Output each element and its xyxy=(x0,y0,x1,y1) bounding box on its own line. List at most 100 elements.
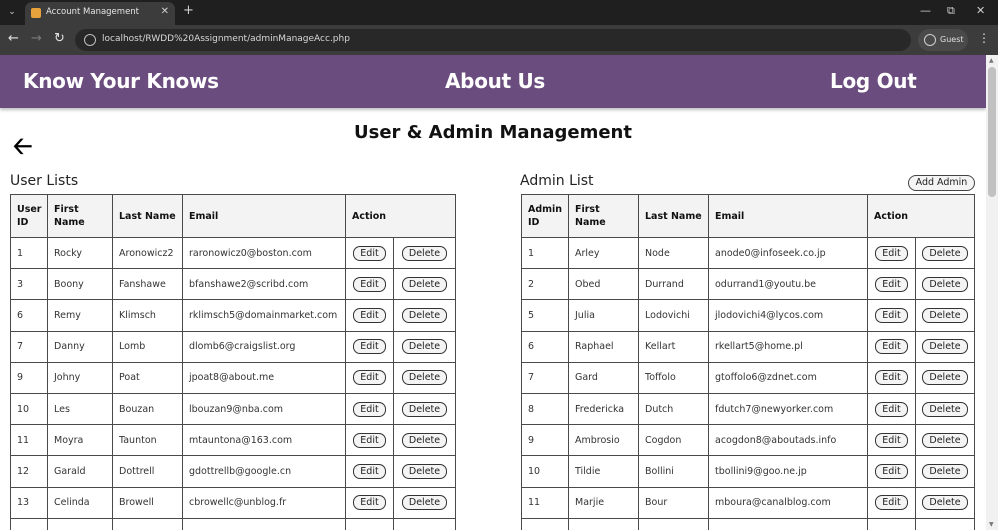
edit-button[interactable]: Edit xyxy=(353,339,386,355)
scroll-down-icon[interactable]: ▼ xyxy=(989,521,994,528)
cell-id: 8 xyxy=(521,392,569,426)
edit-button[interactable]: Edit xyxy=(353,432,386,448)
delete-button[interactable]: Delete xyxy=(922,307,968,323)
delete-button[interactable]: Delete xyxy=(401,276,448,292)
cell-first-name: Ambrosio xyxy=(568,424,639,457)
edit-button[interactable]: Edit xyxy=(875,276,908,292)
delete-button[interactable]: Delete xyxy=(922,276,968,292)
cell-last-name: Fanshawe xyxy=(112,268,183,301)
column-header: Email xyxy=(708,194,868,238)
scroll-thumb[interactable] xyxy=(988,67,996,197)
table-cell xyxy=(182,517,346,530)
cell-email: anode0@infoseek.co.jp xyxy=(708,236,868,270)
cell-last-name: Browell xyxy=(112,486,183,519)
brand-link[interactable]: Know Your Knows xyxy=(23,69,219,93)
user-list-title: User Lists xyxy=(10,173,79,189)
cell-delete: Delete xyxy=(392,299,457,332)
address-bar[interactable]: localhost/RWDD%20Assignment/adminManageA… xyxy=(75,29,911,51)
about-us-link[interactable]: About Us xyxy=(445,69,545,93)
log-out-link[interactable]: Log Out xyxy=(830,69,917,93)
delete-button[interactable]: Delete xyxy=(922,401,968,417)
edit-button[interactable]: Edit xyxy=(353,245,386,261)
cell-id: 12 xyxy=(10,455,48,488)
cell-id: 6 xyxy=(10,299,48,332)
table-header-row: Admin ID First Name Last Name Email Acti… xyxy=(521,194,976,238)
table-row: 10 Les Bouzan lbouzan9@nba.com Edit Delete xyxy=(10,392,457,426)
edit-button[interactable]: Edit xyxy=(875,307,908,323)
delete-button[interactable]: Delete xyxy=(401,245,448,261)
site-info-icon[interactable] xyxy=(84,34,96,46)
delete-button[interactable]: Delete xyxy=(401,370,448,386)
cell-last-name: Durrand xyxy=(638,268,709,301)
cell-edit: Edit xyxy=(867,455,916,488)
page-title: User & Admin Management xyxy=(354,122,632,143)
admin-list-title: Admin List xyxy=(520,173,594,189)
edit-button[interactable]: Edit xyxy=(875,495,908,511)
cell-last-name: Bour xyxy=(638,486,709,519)
edit-button[interactable]: Edit xyxy=(353,495,386,511)
tab-close-icon[interactable]: ✕ xyxy=(161,6,169,17)
new-tab-icon[interactable]: + xyxy=(183,3,194,18)
add-admin-button[interactable]: Add Admin xyxy=(908,175,975,191)
delete-button[interactable]: Delete xyxy=(401,495,448,511)
scroll-up-icon[interactable]: ▲ xyxy=(989,57,994,64)
edit-button[interactable]: Edit xyxy=(353,401,386,417)
cell-edit: Edit xyxy=(867,268,916,301)
delete-button[interactable]: Delete xyxy=(922,495,968,511)
cell-first-name: Garald xyxy=(47,455,113,488)
column-header: Admin ID xyxy=(521,194,569,238)
cell-id: 5 xyxy=(521,299,569,332)
cell-last-name: Node xyxy=(638,236,709,270)
table-cell xyxy=(10,517,48,530)
cell-email: rklimsch5@domainmarket.com xyxy=(182,299,346,332)
cell-edit: Edit xyxy=(345,455,394,488)
edit-button[interactable]: Edit xyxy=(353,307,386,323)
delete-button[interactable]: Delete xyxy=(922,245,968,261)
profile-button[interactable]: Guest xyxy=(918,29,968,51)
delete-button[interactable]: Delete xyxy=(922,339,968,355)
edit-button[interactable]: Edit xyxy=(353,370,386,386)
window-close-icon[interactable]: ✕ xyxy=(976,4,985,17)
edit-button[interactable]: Edit xyxy=(875,463,908,479)
delete-button[interactable]: Delete xyxy=(401,463,448,479)
cell-last-name: Cogdon xyxy=(638,424,709,457)
delete-button[interactable]: Delete xyxy=(922,370,968,386)
delete-button[interactable]: Delete xyxy=(401,432,448,448)
cell-first-name: Johny xyxy=(47,361,113,394)
cell-email: raronowicz0@boston.com xyxy=(182,236,346,270)
delete-button[interactable]: Delete xyxy=(401,401,448,417)
cell-id: 11 xyxy=(10,424,48,457)
delete-button[interactable]: Delete xyxy=(401,339,448,355)
page-scrollbar[interactable]: ▲ ▼ xyxy=(986,55,998,530)
delete-button[interactable]: Delete xyxy=(922,432,968,448)
delete-button[interactable]: Delete xyxy=(922,463,968,479)
url-text[interactable]: localhost/RWDD%20Assignment/adminManageA… xyxy=(102,34,350,44)
reload-icon[interactable]: ↻ xyxy=(54,32,65,46)
cell-id: 6 xyxy=(521,330,569,363)
tab-search-icon[interactable]: ⌄ xyxy=(4,4,20,20)
browser-toolbar: ← → ↻ localhost/RWDD%20Assignment/adminM… xyxy=(0,25,998,55)
cell-first-name: Les xyxy=(47,392,113,426)
cell-last-name: Poat xyxy=(112,361,183,394)
cell-delete: Delete xyxy=(392,236,457,270)
table-cell xyxy=(708,517,868,530)
minimize-icon[interactable]: — xyxy=(920,4,931,17)
edit-button[interactable]: Edit xyxy=(875,401,908,417)
cell-last-name: Taunton xyxy=(112,424,183,457)
cell-delete: Delete xyxy=(914,330,976,363)
edit-button[interactable]: Edit xyxy=(353,276,386,292)
browser-menu-icon[interactable]: ⋮ xyxy=(978,31,990,45)
edit-button[interactable]: Edit xyxy=(875,370,908,386)
back-nav-icon[interactable]: ← xyxy=(8,32,19,46)
edit-button[interactable]: Edit xyxy=(875,245,908,261)
delete-button[interactable]: Delete xyxy=(401,307,448,323)
edit-button[interactable]: Edit xyxy=(875,432,908,448)
browser-tab[interactable]: Account Management ✕ xyxy=(25,2,175,25)
cell-edit: Edit xyxy=(345,236,394,270)
edit-button[interactable]: Edit xyxy=(875,339,908,355)
cell-delete: Delete xyxy=(392,330,457,363)
forward-nav-icon[interactable]: → xyxy=(31,32,42,46)
cell-delete: Delete xyxy=(392,455,457,488)
edit-button[interactable]: Edit xyxy=(353,463,386,479)
restore-icon[interactable]: ⧉ xyxy=(947,4,955,18)
